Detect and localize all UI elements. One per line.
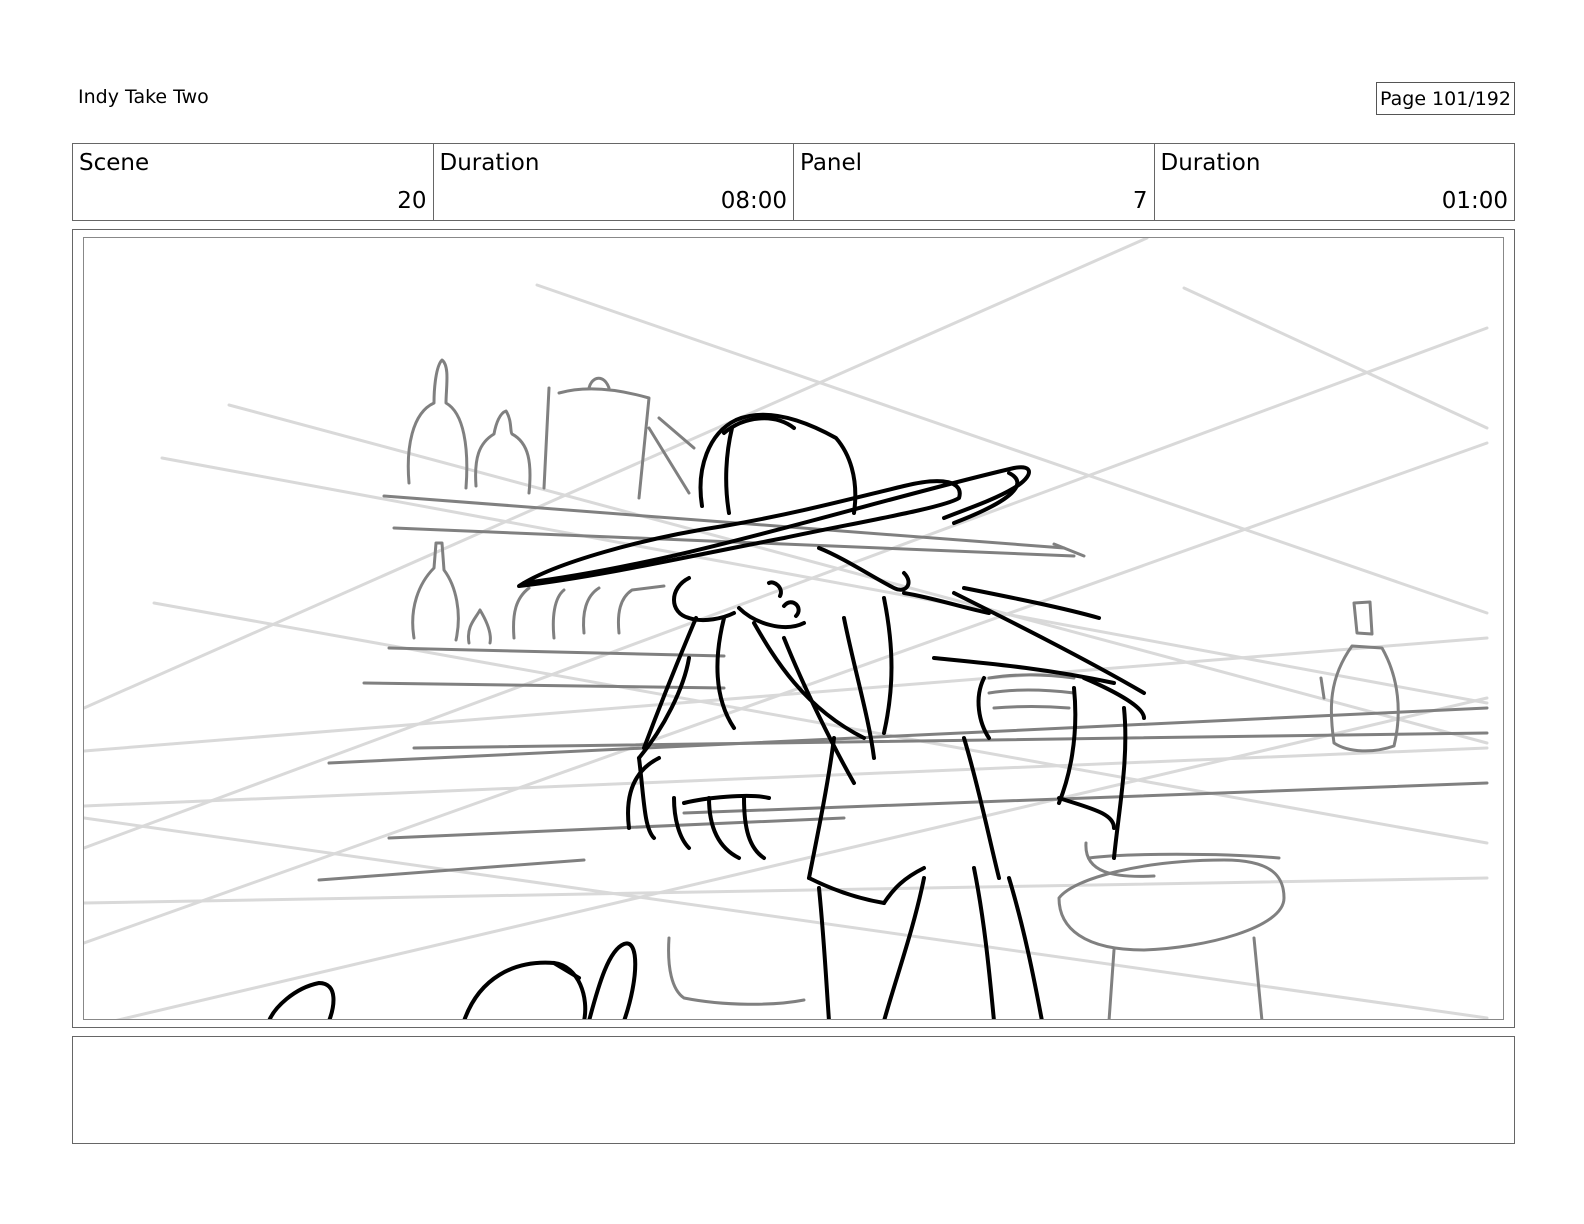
panel-duration-label: Duration	[1160, 150, 1261, 176]
panel-cell: Panel 7	[794, 144, 1155, 220]
scene-duration-cell: Duration 08:00	[434, 144, 794, 220]
panel-label: Panel	[800, 150, 863, 176]
panel-notes-box	[72, 1036, 1515, 1144]
panel-info-table: Scene 20 Duration 08:00 Panel 7 Duration…	[72, 143, 1515, 221]
scene-label: Scene	[79, 150, 150, 176]
scene-value: 20	[397, 188, 427, 214]
scene-cell: Scene 20	[73, 144, 434, 220]
page-indicator: Page 101/192	[1376, 82, 1515, 115]
scene-duration-label: Duration	[439, 150, 540, 176]
storyboard-frame	[72, 229, 1515, 1028]
panel-duration-cell: Duration 01:00	[1155, 144, 1515, 220]
panel-duration-value: 01:00	[1441, 188, 1508, 214]
scene-duration-value: 08:00	[720, 188, 787, 214]
panel-value: 7	[1132, 188, 1148, 214]
project-title: Indy Take Two	[78, 86, 209, 108]
storyboard-drawing-area	[83, 237, 1504, 1020]
storyboard-sketch	[84, 238, 1489, 1019]
